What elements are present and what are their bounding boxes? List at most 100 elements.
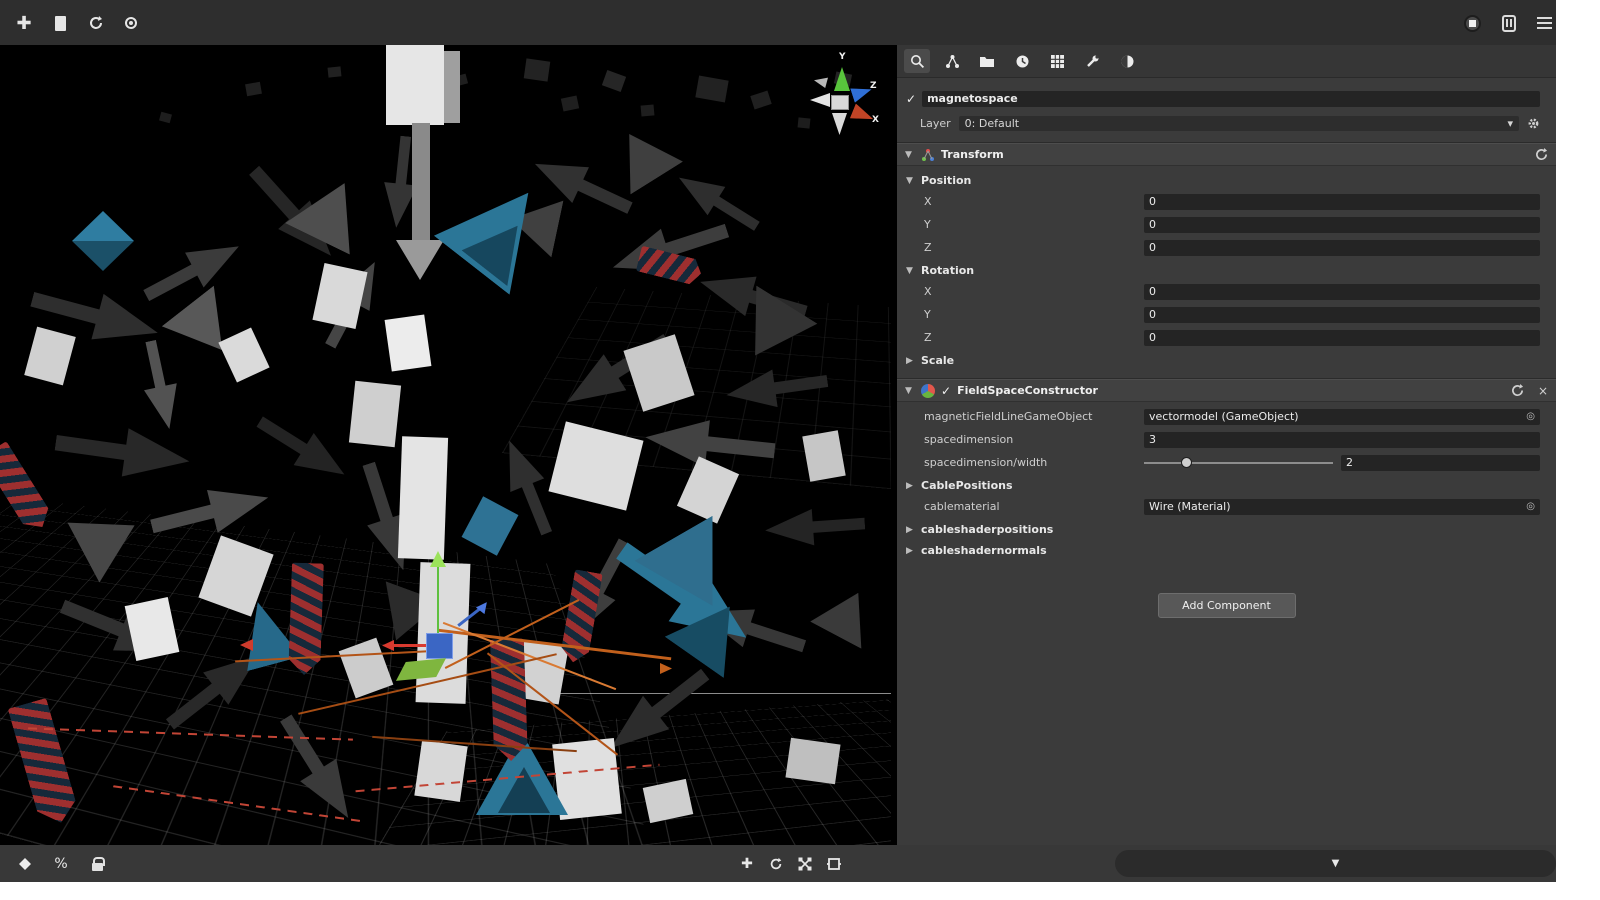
position-x-field[interactable]: 0	[1144, 194, 1540, 210]
cableshadernormals-label: cableshadernormals	[921, 544, 1047, 557]
menu-icon[interactable]	[1532, 11, 1556, 35]
cablepositions-foldout[interactable]: ▶ CablePositions	[906, 479, 1556, 492]
rect-tool-icon[interactable]	[823, 853, 845, 875]
transform-icon	[921, 148, 935, 162]
transform-header[interactable]: ▼ Transform	[897, 143, 1556, 166]
rect-glyph	[55, 16, 66, 31]
object-picker-icon[interactable]: ◎	[1526, 409, 1535, 425]
pan-tool-icon[interactable]: ✚	[12, 11, 36, 35]
property-label: spacedimension/width	[897, 456, 1144, 469]
move-tool-icon[interactable]: ✚	[736, 853, 758, 875]
scene-shape	[396, 240, 444, 280]
tools-icon[interactable]	[1079, 49, 1105, 73]
gizmo-x-axis[interactable]	[392, 644, 426, 647]
position-z-field[interactable]: 0	[1144, 240, 1540, 256]
slider-knob[interactable]	[1181, 457, 1192, 468]
refresh-icon[interactable]	[1535, 148, 1548, 161]
axis-x-label: X	[872, 115, 879, 125]
scene-shape	[641, 104, 655, 116]
axis-label: Z	[897, 241, 1144, 254]
axis-neg-cone[interactable]	[832, 113, 847, 135]
scene-viewport[interactable]: Y Z X	[0, 45, 891, 845]
foldout-arrow-icon[interactable]: ▶	[906, 525, 916, 535]
record-circle	[1464, 15, 1481, 32]
rotation-foldout[interactable]: ▼ Rotation	[906, 264, 1556, 277]
grid-icon[interactable]	[1044, 49, 1070, 73]
gameobject-name-field[interactable]: magnetospace	[922, 91, 1540, 107]
gear-icon[interactable]	[1527, 117, 1540, 130]
rect-tool-icon[interactable]	[48, 11, 72, 35]
grid-horizon-line	[535, 693, 891, 694]
gizmo-toggle-icon[interactable]	[14, 853, 36, 875]
scale-tool-icon[interactable]	[794, 853, 816, 875]
top-toolbar: ✚	[0, 0, 1556, 45]
folder-icon[interactable]	[974, 49, 1000, 73]
position-x-row: X 0	[897, 193, 1540, 210]
foldout-arrow-icon[interactable]: ▼	[905, 386, 915, 396]
search-icon[interactable]	[904, 49, 930, 73]
axis-neg-cone[interactable]	[810, 93, 830, 107]
rotation-y-field[interactable]: 0	[1144, 307, 1540, 323]
component-header[interactable]: ▼ ✓ FieldSpaceConstructor ×	[897, 379, 1556, 402]
console-expander[interactable]: ▼	[1115, 850, 1556, 877]
cableshaderpositions-foldout[interactable]: ▶ cableshaderpositions	[906, 523, 1556, 536]
gameobject-reference-field[interactable]: vectormodel (GameObject) ◎	[1144, 409, 1540, 425]
axis-neg-cone[interactable]	[814, 75, 828, 88]
object-picker-icon[interactable]: ◎	[1526, 499, 1535, 515]
property-label: spacedimension	[897, 433, 1144, 446]
stop-record-icon[interactable]	[1460, 11, 1484, 35]
axis-label: Z	[897, 331, 1144, 344]
active-checkbox[interactable]: ✓	[906, 92, 916, 106]
component-enabled-checkbox[interactable]: ✓	[941, 384, 951, 398]
scene-shape	[561, 95, 579, 111]
spacedimension-field[interactable]: 3	[1144, 432, 1540, 448]
scene-shape	[51, 411, 194, 493]
app-window: ✚	[0, 0, 1556, 882]
position-foldout[interactable]: ▼ Position	[906, 174, 1556, 187]
foldout-arrow-icon[interactable]: ▼	[906, 176, 916, 186]
scene-shape	[24, 327, 76, 386]
gizmo-y-axis[interactable]	[437, 565, 439, 633]
burger-glyph	[1537, 17, 1552, 29]
scene-shape	[785, 738, 840, 785]
layer-row: Layer 0: Default ▾	[920, 116, 1540, 131]
rotate-tool-icon[interactable]	[765, 853, 787, 875]
rotation-z-field[interactable]: 0	[1144, 330, 1540, 346]
slider-value-field[interactable]: 2	[1341, 455, 1540, 471]
material-reference-field[interactable]: Wire (Material) ◎	[1144, 499, 1540, 515]
rotate-tool-icon[interactable]	[84, 11, 108, 35]
close-icon[interactable]: ×	[1538, 384, 1548, 398]
position-y-field[interactable]: 0	[1144, 217, 1540, 233]
hierarchy-icon[interactable]	[939, 49, 965, 73]
scale-foldout[interactable]: ▶ Scale	[906, 354, 1556, 367]
cableshadernormals-foldout[interactable]: ▶ cableshadernormals	[906, 544, 1556, 557]
orientation-gizmo[interactable]: Y Z X	[804, 51, 880, 147]
history-icon[interactable]	[1009, 49, 1035, 73]
width-slider[interactable]	[1144, 456, 1333, 470]
axis-center-cube[interactable]	[831, 95, 849, 110]
gizmo-center-cube[interactable]	[426, 633, 453, 659]
object-value: vectormodel (GameObject)	[1149, 409, 1299, 425]
bottom-toolbar: % ✚ ▼	[0, 845, 1556, 882]
foldout-arrow-icon[interactable]: ▶	[906, 356, 916, 366]
pause-icon[interactable]	[1497, 11, 1521, 35]
orbit-tool-icon[interactable]	[119, 11, 143, 35]
foldout-arrow-icon[interactable]: ▼	[906, 266, 916, 276]
contrast-icon[interactable]	[1114, 49, 1140, 73]
lock-icon[interactable]	[86, 853, 108, 875]
foldout-arrow-icon[interactable]: ▶	[906, 481, 916, 491]
scene-shape	[810, 579, 884, 649]
chevron-down-icon: ▾	[1507, 116, 1513, 131]
scene-shape	[386, 45, 444, 125]
add-component-button[interactable]: Add Component	[1158, 593, 1296, 618]
scene-shape	[129, 336, 191, 433]
refresh-icon[interactable]	[1511, 384, 1524, 397]
layer-dropdown[interactable]: 0: Default ▾	[959, 116, 1519, 131]
slider-track	[1144, 462, 1333, 464]
snap-percent-icon[interactable]: %	[50, 853, 72, 875]
scene-shape	[414, 740, 467, 802]
foldout-arrow-icon[interactable]: ▶	[906, 546, 916, 556]
foldout-arrow-icon[interactable]: ▼	[905, 150, 915, 160]
axis-y-cone[interactable]	[834, 67, 850, 91]
rotation-x-field[interactable]: 0	[1144, 284, 1540, 300]
